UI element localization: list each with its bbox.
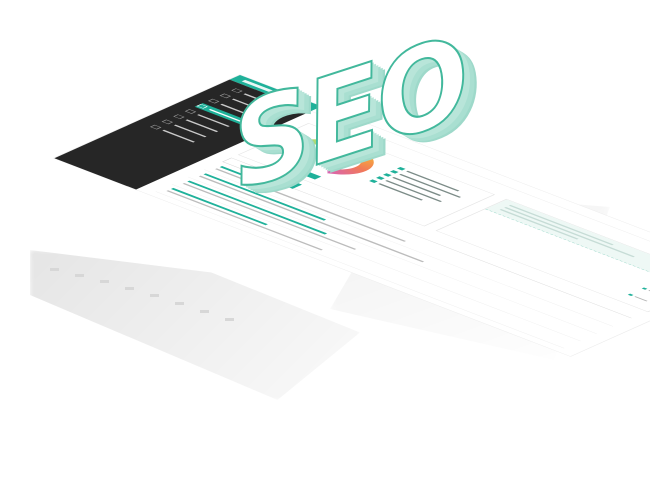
checkbox-icon[interactable]: [369, 179, 378, 183]
suggestion-line: [504, 206, 635, 258]
nav-icon: [149, 124, 162, 130]
status-dot-icon: [628, 293, 634, 296]
nav-icon: [196, 103, 208, 109]
check-list: [367, 166, 479, 211]
status-dot-icon: [641, 287, 648, 290]
suggestion-line: [508, 204, 614, 246]
suggestion-line: [499, 209, 579, 240]
nav-icon: [207, 98, 220, 104]
status-text-placeholder: [634, 296, 648, 302]
seo-hero-illustration: SEO: [0, 0, 650, 500]
status-indicator: [628, 293, 650, 302]
nav-icon: [161, 119, 174, 125]
nav-icon: [173, 114, 185, 120]
status-indicator: [641, 287, 650, 296]
nav-icon: [184, 109, 197, 114]
